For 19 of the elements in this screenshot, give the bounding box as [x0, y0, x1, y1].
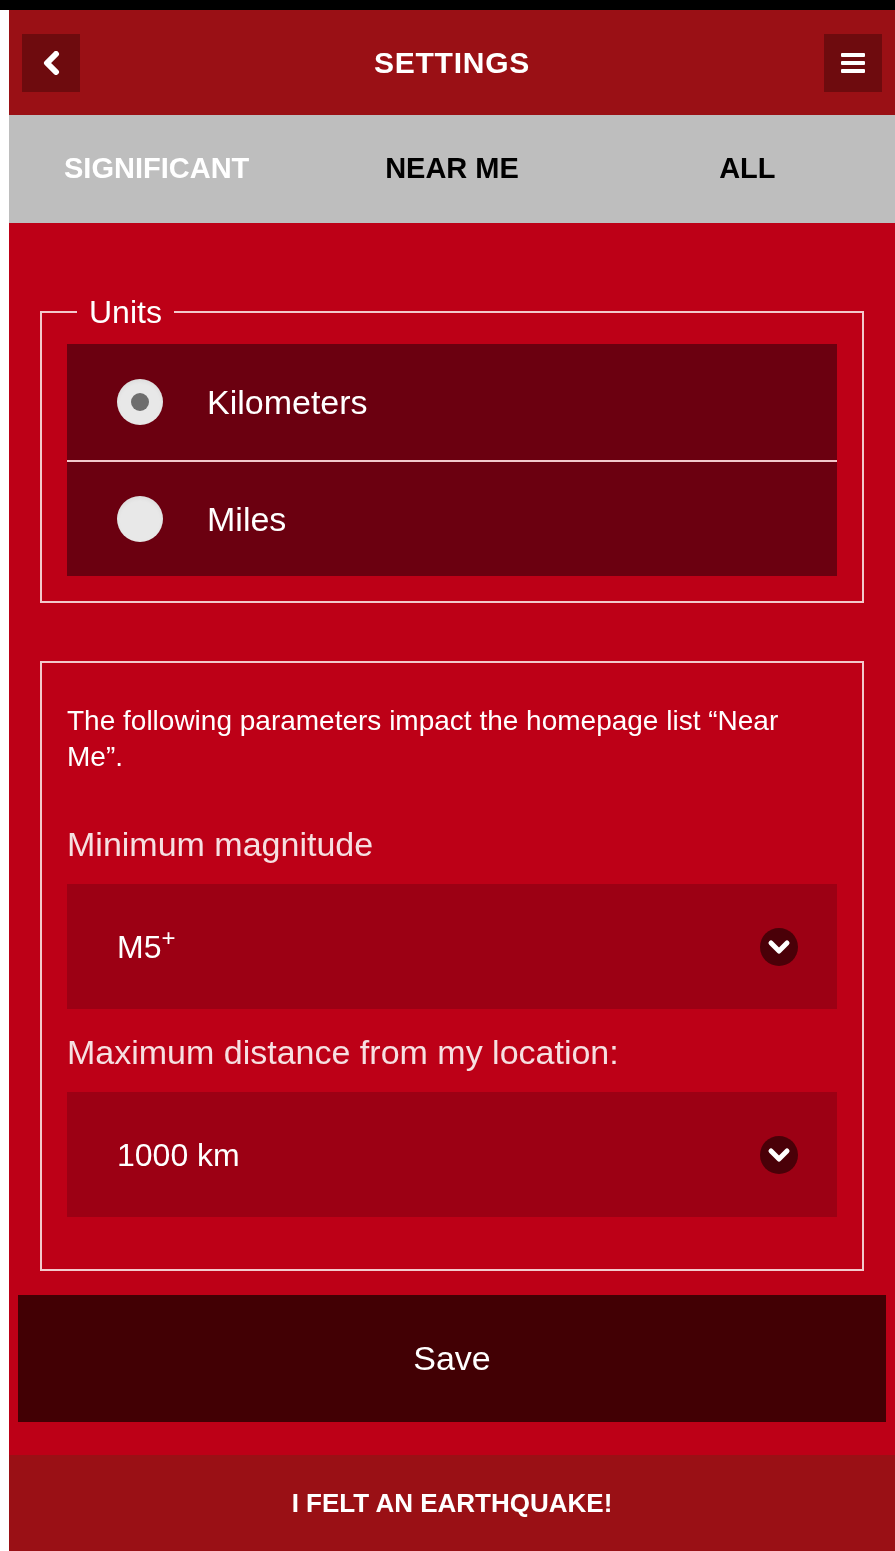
- tab[interactable]: NEAR ME: [304, 115, 600, 223]
- back-button[interactable]: [22, 33, 80, 92]
- tab[interactable]: ALL: [599, 115, 895, 223]
- units-legend: Units: [77, 288, 174, 336]
- select-field[interactable]: 1000 km: [67, 1092, 837, 1217]
- chevron-down-icon: [759, 926, 799, 967]
- description-text: The following parameters impact the homepage list “Near Me”.: [67, 704, 780, 774]
- page-title: SETTINGS: [374, 45, 530, 81]
- field-label: Maximum distance from my location:: [67, 1032, 620, 1073]
- menu-icon: [840, 51, 866, 74]
- back-icon: [41, 50, 61, 75]
- select-field[interactable]: M5$^{+}$: [67, 884, 837, 1009]
- felt-earthquake-button[interactable]: I FELT AN EARTHQUAKE!: [9, 1455, 895, 1551]
- save-button[interactable]: Save: [18, 1295, 886, 1422]
- radio-button[interactable]: [117, 379, 163, 425]
- field-label: Minimum magnitude: [67, 824, 375, 865]
- chevron-down-icon: [759, 1134, 799, 1175]
- menu-button[interactable]: [824, 33, 882, 92]
- radio-button[interactable]: [117, 496, 163, 542]
